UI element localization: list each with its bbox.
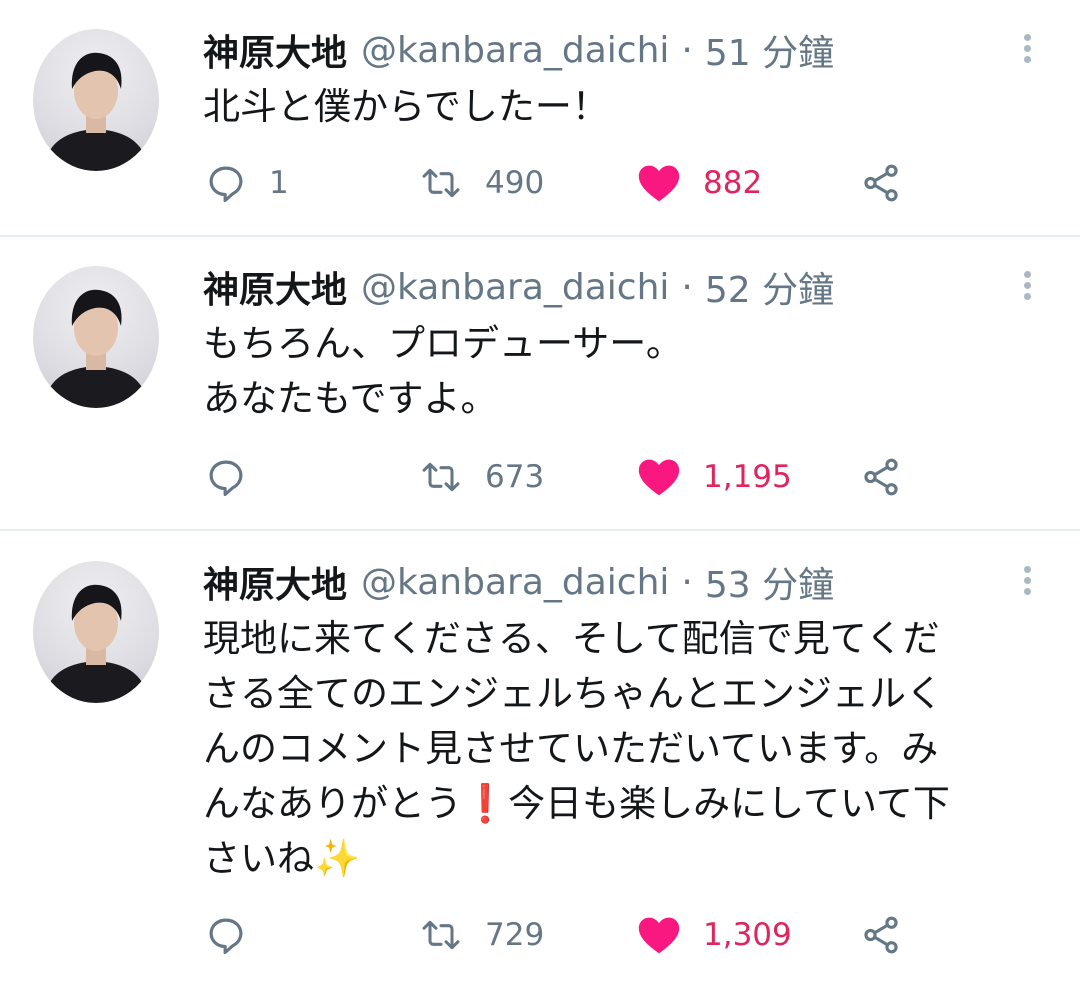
avatar-portrait [43, 289, 149, 408]
share-icon [864, 164, 898, 202]
like-count: 882 [703, 165, 763, 201]
avatar[interactable] [33, 266, 159, 408]
avatar-portrait [43, 52, 149, 171]
separator-dot: · [681, 29, 693, 71]
author-handle[interactable]: @kanbara_daichi [361, 30, 669, 71]
timestamp[interactable]: 52 分鐘 [705, 261, 834, 313]
exclamation-emoji: ❗ [462, 782, 509, 825]
author-name[interactable]: 神原大地 [203, 24, 347, 76]
retweet-count: 673 [485, 459, 545, 495]
tweet-actions: 729 1,309 [205, 910, 915, 960]
sparkles-emoji: ✨ [314, 837, 361, 880]
reply-button[interactable] [205, 452, 269, 502]
separator-dot: · [681, 561, 693, 603]
retweet-count: 490 [485, 165, 545, 201]
tweet-actions: 673 1,195 [205, 452, 915, 502]
share-button[interactable] [860, 158, 902, 208]
heart-icon [638, 459, 680, 496]
tweet[interactable]: 神原大地 @kanbara_daichi · 51 分鐘 北斗と僕からでしたー！… [0, 0, 1080, 237]
reply-button[interactable] [205, 910, 269, 960]
tweet-header: 神原大地 @kanbara_daichi · 52 分鐘 [203, 262, 834, 312]
tweet-text: 北斗と僕からでしたー！ [203, 85, 609, 128]
author-handle[interactable]: @kanbara_daichi [361, 562, 669, 603]
heart-icon [638, 165, 680, 202]
author-handle[interactable]: @kanbara_daichi [361, 267, 669, 308]
like-button[interactable]: 882 [637, 158, 762, 208]
retweet-icon [422, 462, 460, 492]
retweet-button[interactable]: 673 [419, 452, 544, 502]
retweet-button[interactable]: 490 [419, 158, 544, 208]
like-button[interactable]: 1,309 [637, 910, 792, 960]
tweet[interactable]: 神原大地 @kanbara_daichi · 53 分鐘 現地に来てくださる、そ… [0, 529, 1080, 989]
retweet-count: 729 [485, 917, 545, 953]
tweet-actions: 1 490 882 [205, 158, 915, 208]
more-vertical-icon[interactable] [1015, 562, 1039, 598]
like-button[interactable]: 1,195 [637, 452, 792, 502]
share-icon [864, 458, 898, 496]
separator-dot: · [681, 266, 693, 308]
reply-button[interactable]: 1 [205, 158, 289, 208]
share-button[interactable] [860, 452, 902, 502]
more-vertical-icon[interactable] [1015, 30, 1039, 66]
share-button[interactable] [860, 910, 902, 960]
heart-icon [638, 917, 680, 954]
more-vertical-icon[interactable] [1015, 267, 1039, 303]
retweet-button[interactable]: 729 [419, 910, 544, 960]
reply-icon [209, 918, 243, 955]
reply-count: 1 [269, 165, 289, 201]
share-icon [864, 916, 898, 954]
avatar[interactable] [33, 29, 159, 171]
reply-icon [209, 460, 243, 497]
author-name[interactable]: 神原大地 [203, 556, 347, 608]
tweet-header: 神原大地 @kanbara_daichi · 53 分鐘 [203, 557, 834, 607]
avatar-portrait [43, 584, 149, 703]
tweet-text: もちろん、プロデューサー。 あなたもですよ。 [203, 322, 683, 420]
avatar[interactable] [33, 561, 159, 703]
like-count: 1,195 [703, 459, 792, 495]
reply-icon [209, 166, 243, 203]
tweet[interactable]: 神原大地 @kanbara_daichi · 52 分鐘 もちろん、プロデューサ… [0, 235, 1080, 531]
like-count: 1,309 [703, 917, 792, 953]
tweet-header: 神原大地 @kanbara_daichi · 51 分鐘 [203, 25, 834, 75]
tweet-text: 現地に来てくださる、そして配信で見てくだ さる全てのエンジェルちゃんとエンジェル… [203, 611, 1053, 886]
author-name[interactable]: 神原大地 [203, 261, 347, 313]
retweet-icon [422, 168, 460, 198]
retweet-icon [422, 920, 460, 950]
timestamp[interactable]: 51 分鐘 [705, 24, 834, 76]
timestamp[interactable]: 53 分鐘 [705, 556, 834, 608]
